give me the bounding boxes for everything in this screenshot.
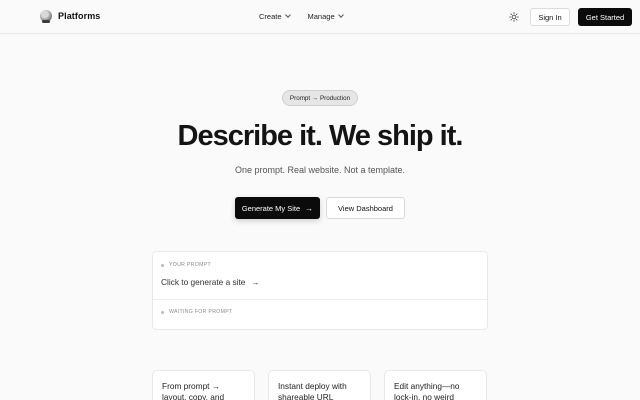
theme-toggle-button[interactable]: [508, 11, 520, 23]
prompt-card: YOUR PROMPT Click to generate a site → W…: [152, 251, 488, 330]
view-dashboard-button[interactable]: View Dashboard: [326, 197, 405, 219]
prompt-status-text: WAITING FOR PROMPT: [169, 309, 233, 315]
chevron-down-icon: [337, 12, 344, 18]
feature-card: Edit anything—no lock-in, no weird: [384, 370, 487, 400]
generate-site-button[interactable]: Generate My Site →: [235, 197, 320, 219]
feature-text: From prompt → layout, copy, and: [162, 381, 225, 400]
feature-text: Instant deploy with shareable URL: [278, 381, 347, 400]
top-nav-bar: Platforms Create Manage Sign In Get Star…: [0, 0, 640, 34]
platforms-logo-icon: [40, 10, 52, 23]
tagline-badge: Prompt → Production: [282, 90, 358, 106]
nav-create[interactable]: Create: [259, 12, 291, 21]
nav-manage[interactable]: Manage: [307, 12, 344, 21]
divider: [153, 299, 487, 300]
brand-name: Platforms: [58, 11, 101, 21]
feature-text: Edit anything—no lock-in, no weird: [394, 381, 460, 400]
feature-card: Instant deploy with shareable URL: [268, 370, 371, 400]
main-nav: Create Manage: [259, 12, 344, 21]
status-dot-icon: [161, 263, 164, 267]
hero-headline: Describe it. We ship it.: [177, 120, 464, 152]
prompt-input[interactable]: Click to generate a site →: [161, 277, 259, 287]
nav-create-label: Create: [259, 12, 282, 21]
nav-manage-label: Manage: [307, 12, 335, 21]
sun-icon: [509, 12, 519, 22]
chevron-down-icon: [284, 12, 291, 18]
prompt-label: YOUR PROMPT: [161, 262, 211, 268]
feature-card: From prompt → layout, copy, and: [152, 370, 255, 400]
brand-logo[interactable]: Platforms: [40, 10, 101, 23]
prompt-status: WAITING FOR PROMPT: [161, 309, 232, 315]
arrow-right-icon: →: [251, 277, 260, 287]
sign-in-button[interactable]: Sign In: [530, 8, 570, 26]
status-dot-icon: [161, 310, 164, 314]
hero-subheadline: One prompt. Real website. Not a template…: [234, 165, 406, 175]
get-started-button[interactable]: Get Started: [578, 8, 632, 26]
arrow-right-icon: →: [305, 203, 314, 213]
prompt-placeholder: Click to generate a site: [161, 277, 246, 287]
prompt-label-text: YOUR PROMPT: [169, 262, 211, 268]
generate-site-label: Generate My Site: [241, 203, 301, 213]
